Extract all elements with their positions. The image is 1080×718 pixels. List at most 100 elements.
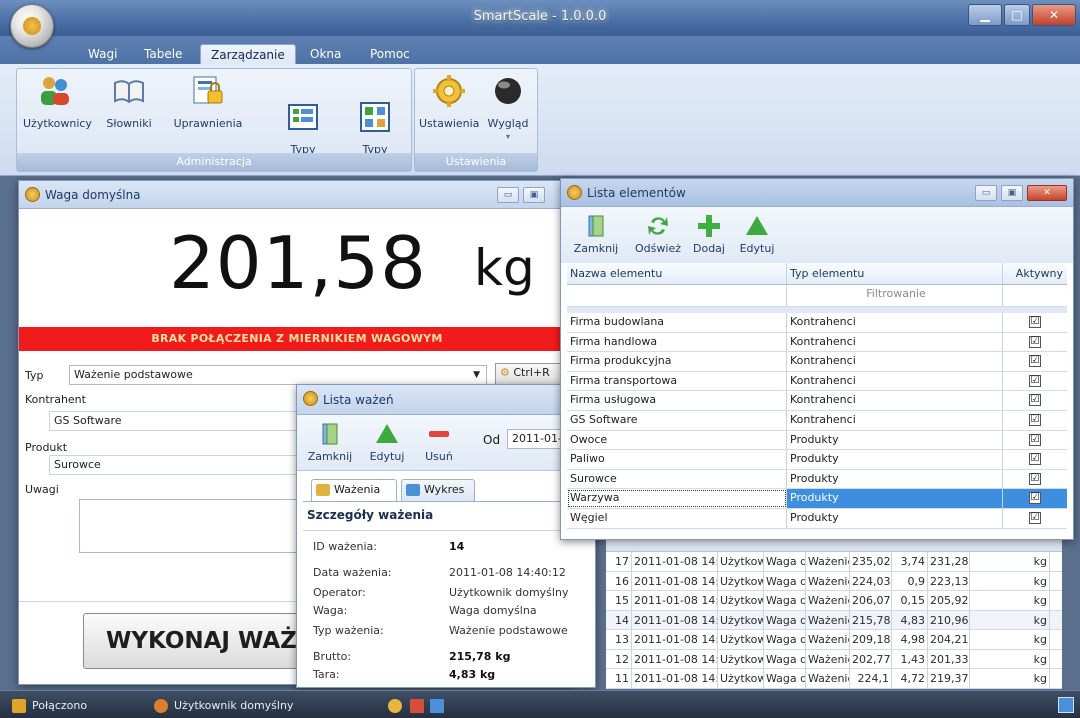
tab-tabele[interactable]: Tabele (134, 44, 192, 64)
tab-okna[interactable]: Okna (300, 44, 351, 64)
tab-pomoc[interactable]: Pomoc (360, 44, 420, 64)
weighings-toolbar: Zamknij Edytuj Usuń Od 2011-01- (297, 415, 597, 471)
table-cell: Waga d (764, 649, 806, 668)
refresh-button[interactable]: Odśwież (633, 213, 683, 255)
table-row[interactable]: 15 2011-01-08 14: Użytkow Waga d Ważenie 206,… (606, 591, 1062, 611)
close-list-label: Zamknij (307, 450, 353, 463)
restore-button[interactable]: ▣ (1001, 185, 1023, 201)
users-button[interactable]: Użytkownicy (23, 73, 92, 130)
cell-element-name: Surowce (567, 469, 787, 489)
table-cell: Ważenie (806, 669, 850, 688)
table-row[interactable]: 17 2011-01-08 14: Użytkow Waga d Ważenie 235,… (606, 552, 1062, 572)
product-field[interactable]: Surowce (49, 455, 299, 475)
add-element-button[interactable]: Dodaj (687, 213, 731, 255)
table-cell: 206,07 (850, 591, 892, 610)
type-select[interactable]: Ważenie podstawowe ▼ (69, 365, 487, 385)
filter-row: Filtrowanie (567, 285, 1067, 307)
column-header-active[interactable]: Aktywny (1003, 263, 1067, 284)
table-row[interactable]: Owoce Produkty ☑ (567, 430, 1067, 451)
table-cell: Ważenie (806, 591, 850, 610)
table-cell: Użytkow (718, 552, 764, 571)
table-row[interactable]: Firma budowlana Kontrahenci ☑ (567, 313, 1067, 333)
close-button[interactable]: ✕ (1032, 4, 1076, 26)
minimize-button[interactable]: ▭ (975, 185, 997, 201)
tab-chart[interactable]: Wykres (401, 479, 475, 501)
table-row[interactable]: Firma produkcyjna Kontrahenci ☑ (567, 352, 1067, 372)
active-checkbox[interactable]: ☑ (1029, 413, 1041, 426)
settings-button[interactable]: Ustawienia (419, 73, 479, 130)
table-cell: kg (970, 591, 1050, 610)
table-cell: 2011-01-08 14: (632, 669, 718, 688)
table-row[interactable]: 13 2011-01-08 14: Użytkow Waga d Ważenie 209,… (606, 630, 1062, 650)
cell-element-type: Kontrahenci (787, 410, 1003, 430)
table-cell: 2011-01-08 14: (632, 571, 718, 590)
table-row[interactable]: Węgiel Produkty ☑ (567, 508, 1067, 529)
cell-element-name: GS Software (567, 410, 787, 430)
active-checkbox[interactable]: ☑ (1029, 433, 1041, 446)
cell-element-type: Produkty (787, 450, 1003, 469)
minimize-button[interactable]: ▭ (497, 187, 519, 203)
close-list-button[interactable]: Zamknij (305, 421, 355, 463)
active-checkbox[interactable]: ☑ (1029, 394, 1041, 407)
table-cell: Waga d (764, 591, 806, 610)
restore-button[interactable]: ▣ (523, 187, 545, 203)
table-row[interactable]: GS Software Kontrahenci ☑ (567, 410, 1067, 431)
tab-zarzadzanie[interactable]: Zarządzanie (200, 44, 296, 64)
column-header-type[interactable]: Typ elementu (787, 263, 1003, 284)
table-cell: 4,72 (892, 669, 928, 688)
tab-weighings[interactable]: Ważenia (311, 479, 397, 501)
contractor-field[interactable]: GS Software (49, 411, 299, 431)
table-icon[interactable] (430, 699, 444, 713)
weighing-types-icon (357, 86, 393, 132)
table-row[interactable]: Firma handlowa Kontrahenci ☑ (567, 332, 1067, 353)
table-row[interactable]: 12 2011-01-08 14: Użytkow Waga d Ważenie 202,… (606, 649, 1062, 669)
active-checkbox[interactable]: ☑ (1029, 511, 1041, 524)
table-cell: Ważenie (806, 571, 850, 590)
table-row[interactable]: Firma transportowa Kontrahenci ☑ (567, 371, 1067, 392)
table-row[interactable]: Firma usługowa Kontrahenci ☑ (567, 391, 1067, 411)
filter-cell-name[interactable] (567, 285, 787, 306)
edit-weighing-button[interactable]: Edytuj (363, 421, 411, 463)
column-header-name[interactable]: Nazwa elementu (567, 263, 787, 284)
active-checkbox[interactable]: ☑ (1029, 492, 1041, 505)
active-checkbox[interactable]: ☑ (1029, 453, 1041, 466)
active-checkbox[interactable]: ☑ (1029, 355, 1041, 368)
ribbon-group-administracja: Użytkownicy Słowniki Uprawnienia Typy el… (16, 68, 412, 172)
maximize-button[interactable]: □ (1004, 4, 1030, 26)
active-checkbox[interactable]: ☑ (1029, 472, 1041, 485)
weighings-tab-icon (316, 484, 330, 496)
chart-icon[interactable] (410, 699, 424, 713)
app-menu-button[interactable] (10, 4, 54, 48)
table-row[interactable]: Paliwo Produkty ☑ (567, 450, 1067, 470)
product-value: Surowce (54, 458, 101, 471)
permissions-button[interactable]: Uprawnienia (167, 73, 249, 130)
table-cell: Waga d (764, 552, 806, 571)
active-checkbox[interactable]: ☑ (1029, 316, 1041, 328)
active-checkbox[interactable]: ☑ (1029, 335, 1041, 348)
connection-icon (12, 699, 26, 713)
layout-icon[interactable] (1058, 697, 1074, 713)
cell-element-name: Firma handlowa (567, 332, 787, 352)
table-row[interactable]: 11 2011-01-08 14: Użytkow Waga d Ważenie 224,… (606, 669, 1062, 689)
cell-active: ☑ (1003, 333, 1067, 352)
edit-element-button[interactable]: Edytuj (735, 213, 779, 255)
edit-icon (374, 421, 400, 447)
notes-textarea[interactable] (79, 499, 309, 553)
delete-weighing-button[interactable]: Usuń (419, 421, 459, 463)
close-elements-button[interactable]: Zamknij (571, 213, 621, 255)
table-row[interactable]: Warzywa Produkty ☑ (567, 489, 1067, 509)
dictionaries-button[interactable]: Słowniki (99, 73, 159, 130)
table-row[interactable]: Surowce Produkty ☑ (567, 469, 1067, 490)
appearance-button[interactable]: Wygląd ▾ (481, 73, 535, 143)
table-row[interactable]: 14 2011-01-08 14: Użytkow Waga d Ważenie 215,… (606, 610, 1062, 630)
detail-value: 2011-01-08 14:40:12 (449, 566, 566, 579)
scale-icon[interactable] (388, 699, 402, 713)
filter-cell-type[interactable]: Filtrowanie (787, 285, 1003, 306)
close-button[interactable]: ✕ (1027, 185, 1067, 201)
minimize-button[interactable]: ▁ (968, 4, 1002, 26)
connection-error-banner: BRAK POŁĄCZENIA Z MIERNIKIEM WAGOWYM (19, 327, 575, 351)
filter-cell-active[interactable] (1003, 285, 1067, 306)
table-row[interactable]: 16 2011-01-08 14: Użytkow Waga d Ważenie 224,… (606, 571, 1062, 591)
tab-wagi[interactable]: Wagi (78, 44, 127, 64)
active-checkbox[interactable]: ☑ (1029, 374, 1041, 387)
